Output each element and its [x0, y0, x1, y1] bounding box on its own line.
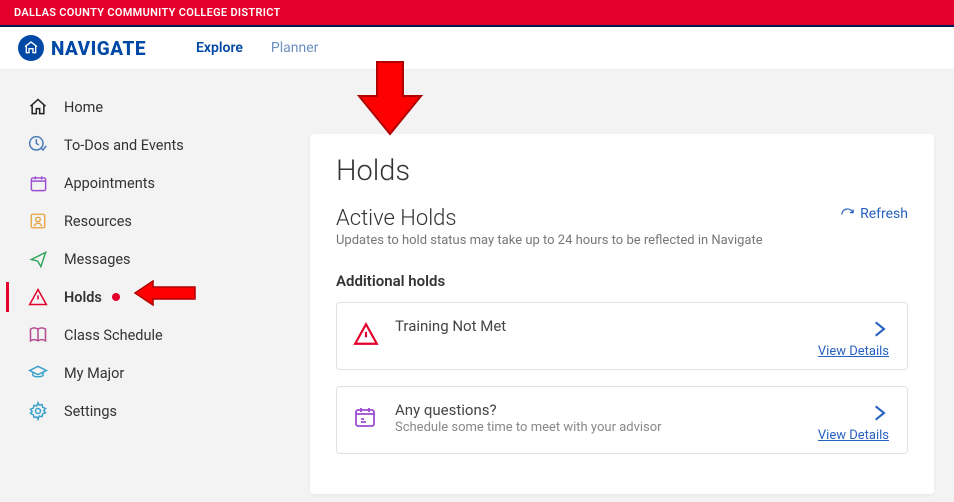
org-name: DALLAS COUNTY COMMUNITY COLLEGE DISTRICT [14, 6, 281, 19]
nav-planner[interactable]: Planner [271, 40, 318, 56]
sidebar-item-label: Class Schedule [64, 327, 163, 344]
sidebar-item-label: Settings [64, 403, 117, 420]
hold-card-body: Any questions? Schedule some time to mee… [395, 401, 802, 435]
home-icon [28, 97, 48, 117]
subheader: Active Holds Updates to hold status may … [336, 206, 908, 248]
warning-icon [28, 287, 48, 307]
sidebar-item-home[interactable]: Home [0, 88, 310, 126]
gear-icon [28, 401, 48, 421]
holds-panel: Holds Active Holds Updates to hold statu… [310, 134, 934, 494]
sidebar-item-label: Appointments [64, 175, 155, 192]
annotation-arrow-left [133, 280, 197, 310]
navbar: NAVIGATE Explore Planner [0, 27, 954, 70]
view-details-link[interactable]: View Details [818, 428, 889, 443]
org-banner: DALLAS COUNTY COMMUNITY COLLEGE DISTRICT [0, 0, 954, 27]
refresh-label: Refresh [860, 206, 908, 222]
chevron-right-icon [869, 401, 889, 430]
sidebar-item-resources[interactable]: Resources [0, 202, 310, 240]
hold-card-training-not-met[interactable]: Training Not Met View Details [336, 302, 908, 370]
calendar-icon [353, 405, 379, 431]
sidebar-item-class-schedule[interactable]: Class Schedule [0, 316, 310, 354]
sidebar-item-label: Messages [64, 251, 131, 268]
sidebar-item-my-major[interactable]: My Major [0, 354, 310, 392]
logo-icon [18, 35, 44, 61]
subtitle: Active Holds [336, 206, 763, 231]
person-card-icon [28, 211, 48, 231]
sidebar-item-appointments[interactable]: Appointments [0, 164, 310, 202]
hold-card-title: Any questions? [395, 401, 802, 419]
page-title: Holds [336, 154, 908, 188]
book-icon [28, 325, 48, 345]
hold-card-body: Training Not Met [395, 317, 802, 335]
hold-card-title: Training Not Met [395, 317, 802, 335]
hold-card-action: View Details [818, 401, 889, 443]
hold-card-sub: Schedule some time to meet with your adv… [395, 420, 802, 435]
sidebar-item-label: Home [64, 99, 103, 116]
sidebar-item-settings[interactable]: Settings [0, 392, 310, 430]
logo[interactable]: NAVIGATE [18, 35, 146, 61]
nav-links: Explore Planner [196, 40, 318, 56]
sidebar-item-label: To-Dos and Events [64, 137, 184, 154]
sidebar-item-label: Holds [64, 289, 102, 306]
hold-card-action: View Details [818, 317, 889, 359]
hold-card-any-questions[interactable]: Any questions? Schedule some time to mee… [336, 386, 908, 454]
calendar-icon [28, 173, 48, 193]
sidebar-item-label: My Major [64, 365, 124, 382]
refresh-button[interactable]: Refresh [840, 206, 908, 222]
sidebar-item-messages[interactable]: Messages [0, 240, 310, 278]
warning-icon [353, 321, 379, 347]
logo-text: NAVIGATE [51, 37, 146, 60]
section-additional-holds: Additional holds [336, 272, 908, 290]
subheader-left: Active Holds Updates to hold status may … [336, 206, 763, 248]
paper-plane-icon [28, 249, 48, 269]
clock-check-icon [28, 135, 48, 155]
sidebar-item-todos[interactable]: To-Dos and Events [0, 126, 310, 164]
chevron-right-icon [869, 317, 889, 346]
view-details-link[interactable]: View Details [818, 344, 889, 359]
subtitle-desc: Updates to hold status may take up to 24… [336, 233, 763, 248]
graduation-cap-icon [28, 363, 48, 383]
nav-explore[interactable]: Explore [196, 40, 243, 56]
notification-dot [112, 293, 120, 301]
refresh-icon [840, 207, 855, 222]
annotation-arrow-down [355, 60, 425, 142]
sidebar-item-label: Resources [64, 213, 132, 230]
